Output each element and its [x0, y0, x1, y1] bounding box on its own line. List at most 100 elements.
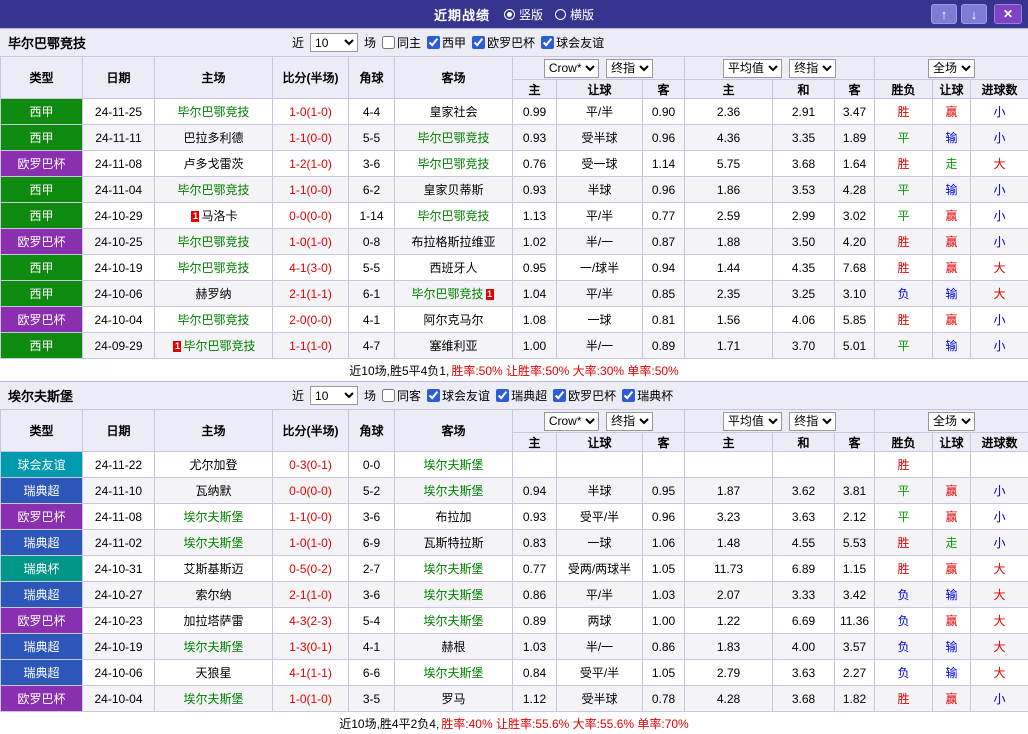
league-cell: 欧罗巴杯: [1, 686, 83, 712]
opponent-team-link[interactable]: 阿尔克马尔: [423, 313, 483, 327]
subject-team-link[interactable]: 埃尔夫斯堡: [423, 666, 483, 680]
subject-team-link[interactable]: 埃尔夫斯堡: [423, 458, 483, 472]
match-count-select[interactable]: 10: [310, 33, 358, 52]
opponent-team-link[interactable]: 瓦斯特拉斯: [423, 536, 483, 550]
scope-select[interactable]: 全场: [928, 59, 975, 78]
odds-kind-select[interactable]: 终指: [606, 59, 653, 78]
subject-team-link[interactable]: 毕尔巴鄂竞技: [411, 287, 483, 301]
home-team-cell: 毕尔巴鄂竞技: [155, 255, 273, 281]
subject-team-link[interactable]: 埃尔夫斯堡: [423, 484, 483, 498]
subject-team-link[interactable]: 毕尔巴鄂竞技: [417, 157, 489, 171]
opponent-team-link[interactable]: 天狼星: [195, 666, 231, 680]
opponent-team-link[interactable]: 赫罗纳: [195, 287, 231, 301]
title-bar: 近期战绩 竖版横版 ↑ ↓ ✕: [0, 0, 1028, 28]
subject-team-link[interactable]: 埃尔夫斯堡: [183, 640, 243, 654]
date-cell: 24-11-22: [83, 452, 155, 478]
subject-team-link[interactable]: 埃尔夫斯堡: [183, 692, 243, 706]
avg-draw-odds-cell: 3.53: [773, 177, 835, 203]
score-cell: 1-1(0-0): [273, 504, 349, 530]
goals-result-cell: 小: [971, 530, 1028, 556]
odds-source-select[interactable]: Crow*: [544, 412, 599, 431]
subject-team-link[interactable]: 毕尔巴鄂竞技: [177, 235, 249, 249]
avg-source-select[interactable]: 平均值: [723, 59, 782, 78]
same-venue-checkbox[interactable]: [382, 389, 395, 402]
opponent-team-link[interactable]: 卢多戈雷茨: [183, 157, 243, 171]
league-checkbox[interactable]: [472, 36, 485, 49]
league-checkbox[interactable]: [427, 36, 440, 49]
result-cell: 平: [875, 504, 933, 530]
window-controls: ↑ ↓ ✕: [931, 4, 1022, 24]
league-checkbox[interactable]: [496, 389, 509, 402]
league-checkbox[interactable]: [553, 389, 566, 402]
avg-kind-select[interactable]: 终指: [789, 412, 836, 431]
league-cell: 欧罗巴杯: [1, 307, 83, 333]
opponent-team-link[interactable]: 布拉格斯拉维亚: [411, 235, 495, 249]
avg-draw-odds-cell: 2.91: [773, 99, 835, 125]
opponent-team-link[interactable]: 索尔纳: [195, 588, 231, 602]
away-team-cell: 毕尔巴鄂竞技: [395, 151, 513, 177]
league-checkbox[interactable]: [622, 389, 635, 402]
handicap-result-cell: 输: [933, 634, 971, 660]
subject-team-link[interactable]: 毕尔巴鄂竞技: [417, 209, 489, 223]
date-cell: 24-10-27: [83, 582, 155, 608]
subject-team-link[interactable]: 毕尔巴鄂竞技: [417, 131, 489, 145]
opponent-team-link[interactable]: 皇家贝蒂斯: [423, 183, 483, 197]
league-cell: 瑞典超: [1, 660, 83, 686]
opponent-team-link[interactable]: 加拉塔萨雷: [183, 614, 243, 628]
opponent-team-link[interactable]: 尤尔加登: [189, 458, 237, 472]
odds-source-select[interactable]: Crow*: [544, 59, 599, 78]
opponent-team-link[interactable]: 马洛卡: [201, 209, 237, 223]
match-count-select[interactable]: 10: [310, 386, 358, 405]
handicap-home-odds-cell: 0.76: [513, 151, 557, 177]
close-button[interactable]: ✕: [994, 4, 1022, 24]
radio-horizontal[interactable]: 横版: [555, 6, 594, 23]
avg-home-odds-cell: 2.07: [685, 582, 773, 608]
sub-result: 胜负: [875, 433, 933, 452]
sub-handicap-result: 让球: [933, 433, 971, 452]
subject-team-link[interactable]: 毕尔巴鄂竞技: [177, 105, 249, 119]
subject-team-link[interactable]: 毕尔巴鄂竞技: [183, 339, 255, 353]
near-label: 近: [292, 34, 304, 51]
handicap-result-cell: 赢: [933, 229, 971, 255]
scroll-up-button[interactable]: ↑: [931, 4, 957, 24]
subject-team-link[interactable]: 埃尔夫斯堡: [423, 562, 483, 576]
score-cell: 1-0(1-0): [273, 686, 349, 712]
scope-select[interactable]: 全场: [928, 412, 975, 431]
opponent-team-link[interactable]: 艾斯基斯迈: [183, 562, 243, 576]
avg-home-odds-cell: 1.48: [685, 530, 773, 556]
avg-kind-select[interactable]: 终指: [789, 59, 836, 78]
same-venue-label: 同客: [397, 387, 421, 404]
avg-away-odds-cell: 4.28: [835, 177, 875, 203]
odds-kind-select[interactable]: 终指: [606, 412, 653, 431]
league-checkbox[interactable]: [541, 36, 554, 49]
opponent-team-link[interactable]: 皇家社会: [429, 105, 477, 119]
avg-source-select[interactable]: 平均值: [723, 412, 782, 431]
same-venue-checkbox[interactable]: [382, 36, 395, 49]
goals-result-cell: 小: [971, 99, 1028, 125]
subject-team-link[interactable]: 毕尔巴鄂竞技: [177, 261, 249, 275]
radio-vertical[interactable]: 竖版: [504, 6, 543, 23]
subject-team-link[interactable]: 毕尔巴鄂竞技: [177, 183, 249, 197]
opponent-team-link[interactable]: 布拉加: [435, 510, 471, 524]
opponent-team-link[interactable]: 罗马: [441, 692, 465, 706]
subject-team-link[interactable]: 埃尔夫斯堡: [183, 510, 243, 524]
avg-draw-odds-cell: 6.89: [773, 556, 835, 582]
avg-away-odds-cell: 1.82: [835, 686, 875, 712]
opponent-team-link[interactable]: 瓦纳默: [195, 484, 231, 498]
opponent-team-link[interactable]: 塞维利亚: [429, 339, 477, 353]
summary-line: 近10场,胜4平2负4, 胜率:40% 让胜率:55.6% 大率:55.6% 单…: [0, 712, 1028, 734]
corners-cell: 5-2: [349, 478, 395, 504]
handicap-home-odds-cell: 0.93: [513, 125, 557, 151]
sub-goals: 进球数: [971, 80, 1028, 99]
corners-cell: 6-1: [349, 281, 395, 307]
opponent-team-link[interactable]: 赫根: [441, 640, 465, 654]
subject-team-link[interactable]: 埃尔夫斯堡: [423, 588, 483, 602]
subject-team-link[interactable]: 毕尔巴鄂竞技: [177, 313, 249, 327]
opponent-team-link[interactable]: 巴拉多利德: [183, 131, 243, 145]
scroll-down-button[interactable]: ↓: [961, 4, 987, 24]
league-checkbox[interactable]: [427, 389, 440, 402]
opponent-team-link[interactable]: 西班牙人: [429, 261, 477, 275]
subject-team-link[interactable]: 埃尔夫斯堡: [183, 536, 243, 550]
games-label: 场: [364, 34, 376, 51]
subject-team-link[interactable]: 埃尔夫斯堡: [423, 614, 483, 628]
